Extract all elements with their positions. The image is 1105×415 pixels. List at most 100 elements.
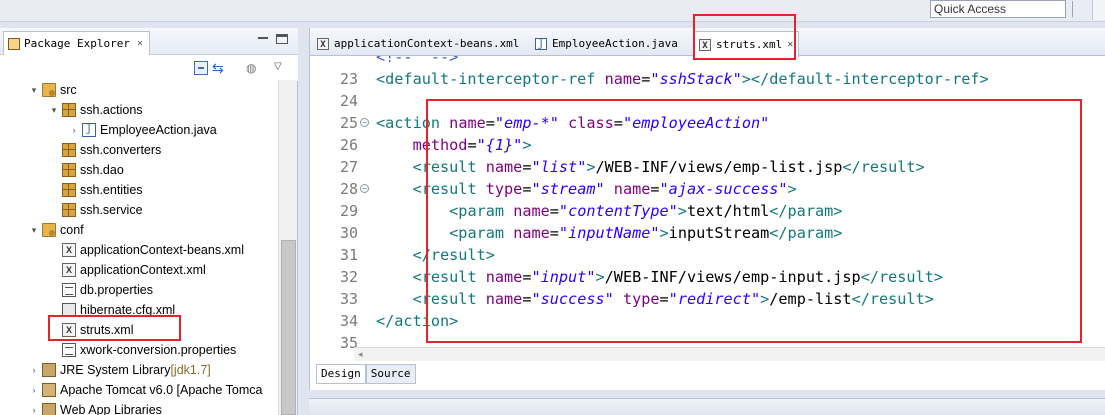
tree-item[interactable]: db.properties [0,280,278,300]
tree-item[interactable]: ssh.entities [0,180,278,200]
view-menu-icon[interactable]: ▽ [274,61,288,75]
line-number: 27 [339,158,358,176]
tree-item-decoration: [jdk1.7] [170,363,211,377]
line-number: 32 [339,268,358,286]
package-tree: ▾ src ▾ ssh.actions › J EmployeeAction.java ssh… [0,80,278,415]
code-line: <param name="contentType">text/html</par… [449,202,843,220]
tree-item[interactable]: XapplicationContext-beans.xml [0,240,278,260]
tomcat-icon [42,383,56,397]
tree-item[interactable]: › Apache Tomcat v6.0 [Apache Tomca [0,380,278,400]
editor-tab[interactable]: J EmployeeAction.java [530,31,683,56]
code-line: </result> [412,246,495,264]
tree-item-label: conf [60,223,84,237]
tree-item[interactable]: › J EmployeeAction.java [0,120,278,140]
code-line: method="{1}"> [412,136,532,154]
tree-item-label: src [60,83,77,97]
tree-item-label: ssh.converters [80,143,162,157]
source-folder-icon [42,223,56,237]
properties-file-icon [62,343,76,357]
editor-horizontal-scrollbar[interactable]: ◂ [354,347,1105,361]
tree-item[interactable]: Xstruts.xml [0,320,278,340]
collapse-all-icon[interactable] [194,61,208,75]
expand-toggle-icon[interactable]: ▾ [28,85,40,96]
xml-file-icon: X [699,38,711,51]
quick-access-input[interactable]: Quick Access [930,0,1066,18]
link-with-editor-icon[interactable]: ⇆ [212,61,226,75]
fold-toggle-icon[interactable]: − [360,184,369,193]
code-line: <result type="stream" name="ajax-success… [412,180,797,198]
line-number: 24 [339,92,358,110]
editor-tab[interactable]: Xstruts.xml ✕ [693,31,800,57]
tree-item[interactable]: hibernate.cfg.xml [0,300,278,320]
java-file-icon: J [535,37,547,50]
line-number: 26 [339,136,358,154]
expand-toggle-icon[interactable]: › [28,385,40,395]
tree-item[interactable]: › Web App Libraries [0,400,278,415]
package-icon [62,183,76,197]
line-number: 34 [339,312,358,330]
tree-item[interactable]: xwork-conversion.properties [0,340,278,360]
line-number: 28 [339,180,358,198]
package-explorer-tab[interactable]: Package Explorer ✕ [3,31,150,55]
line-number: 23 [339,70,358,88]
code-line: <result name="success" type="redirect">/… [412,290,934,308]
code-line: <default-interceptor-ref name="sshStack"… [376,70,989,88]
expand-toggle-icon[interactable]: › [68,125,80,135]
code-editor[interactable]: <!-- --> <default-interceptor-ref name="… [376,56,1105,352]
fold-toggle-icon[interactable]: − [360,118,369,127]
tree-item-label: db.properties [80,283,153,297]
tree-item[interactable]: ▾ conf [0,220,278,240]
tree-item-label: applicationContext.xml [80,263,206,277]
minimize-icon[interactable] [258,37,268,45]
tree-item[interactable]: ▾ ssh.actions [0,100,278,120]
scroll-left-icon[interactable]: ◂ [358,349,363,360]
maximize-icon[interactable] [276,34,288,44]
tree-item[interactable]: › JRE System Library [jdk1.7] [0,360,278,380]
tree-item-label: EmployeeAction.java [100,123,217,137]
code-line: </action> [376,312,459,330]
expand-toggle-icon[interactable]: › [28,365,40,375]
line-number: 25 [339,114,358,132]
package-explorer-tabbar: Package Explorer ✕ [0,28,298,55]
eclipse-window: Quick Access Package Explorer ✕ ⇆ ◍ ▽ ▾ s… [0,0,1105,415]
expand-toggle-icon[interactable]: › [28,405,40,415]
bottom-view-tabs [309,398,1105,415]
tree-item[interactable]: ▾ src [0,80,278,100]
editor-tab-label: applicationContext-beans.xml [334,37,520,50]
library-icon [42,363,56,377]
code-line: <result name="list">/WEB-INF/views/emp-l… [412,158,925,176]
tree-item-label: ssh.dao [80,163,124,177]
tab-source[interactable]: Source [365,364,416,384]
close-icon[interactable]: ✕ [137,38,143,49]
package-icon [62,203,76,217]
line-number: 29 [339,202,358,220]
tab-design[interactable]: Design [316,364,366,384]
tree-item[interactable]: ssh.converters [0,140,278,160]
editor-tab-label: EmployeeAction.java [552,37,678,50]
focus-icon[interactable]: ◍ [246,61,260,75]
xml-file-icon: X [62,323,76,337]
perspective-button[interactable] [1092,0,1105,20]
line-number: 30 [339,224,358,242]
package-explorer-scrollbar[interactable] [278,80,297,415]
line-number: 31 [339,246,358,264]
tree-item-label: Apache Tomcat v6.0 [Apache Tomca [60,383,263,397]
tree-item[interactable]: ssh.service [0,200,278,220]
main-toolbar: Quick Access [0,0,1105,22]
expand-toggle-icon[interactable]: ▾ [28,225,40,236]
close-icon[interactable]: ✕ [787,39,793,50]
scrollbar-thumb[interactable] [281,240,296,415]
tree-item-label: struts.xml [80,323,134,337]
tree-item-label: JRE System Library [60,363,171,377]
tree-item-label: hibernate.cfg.xml [80,303,176,317]
code-line: <param name="inputName">inputStream</par… [449,224,843,242]
tree-item[interactable]: XapplicationContext.xml [0,260,278,280]
code-line: <result name="input">/WEB-INF/views/emp-… [412,268,943,286]
tree-item-label: xwork-conversion.properties [80,343,237,357]
expand-toggle-icon[interactable]: ▾ [48,105,60,116]
editor-tab[interactable]: XapplicationContext-beans.xml [312,31,524,56]
editor-tab-label: struts.xml [716,38,783,51]
tree-item[interactable]: ssh.dao [0,160,278,180]
package-icon [62,143,76,157]
quick-access-button[interactable] [1072,1,1086,17]
